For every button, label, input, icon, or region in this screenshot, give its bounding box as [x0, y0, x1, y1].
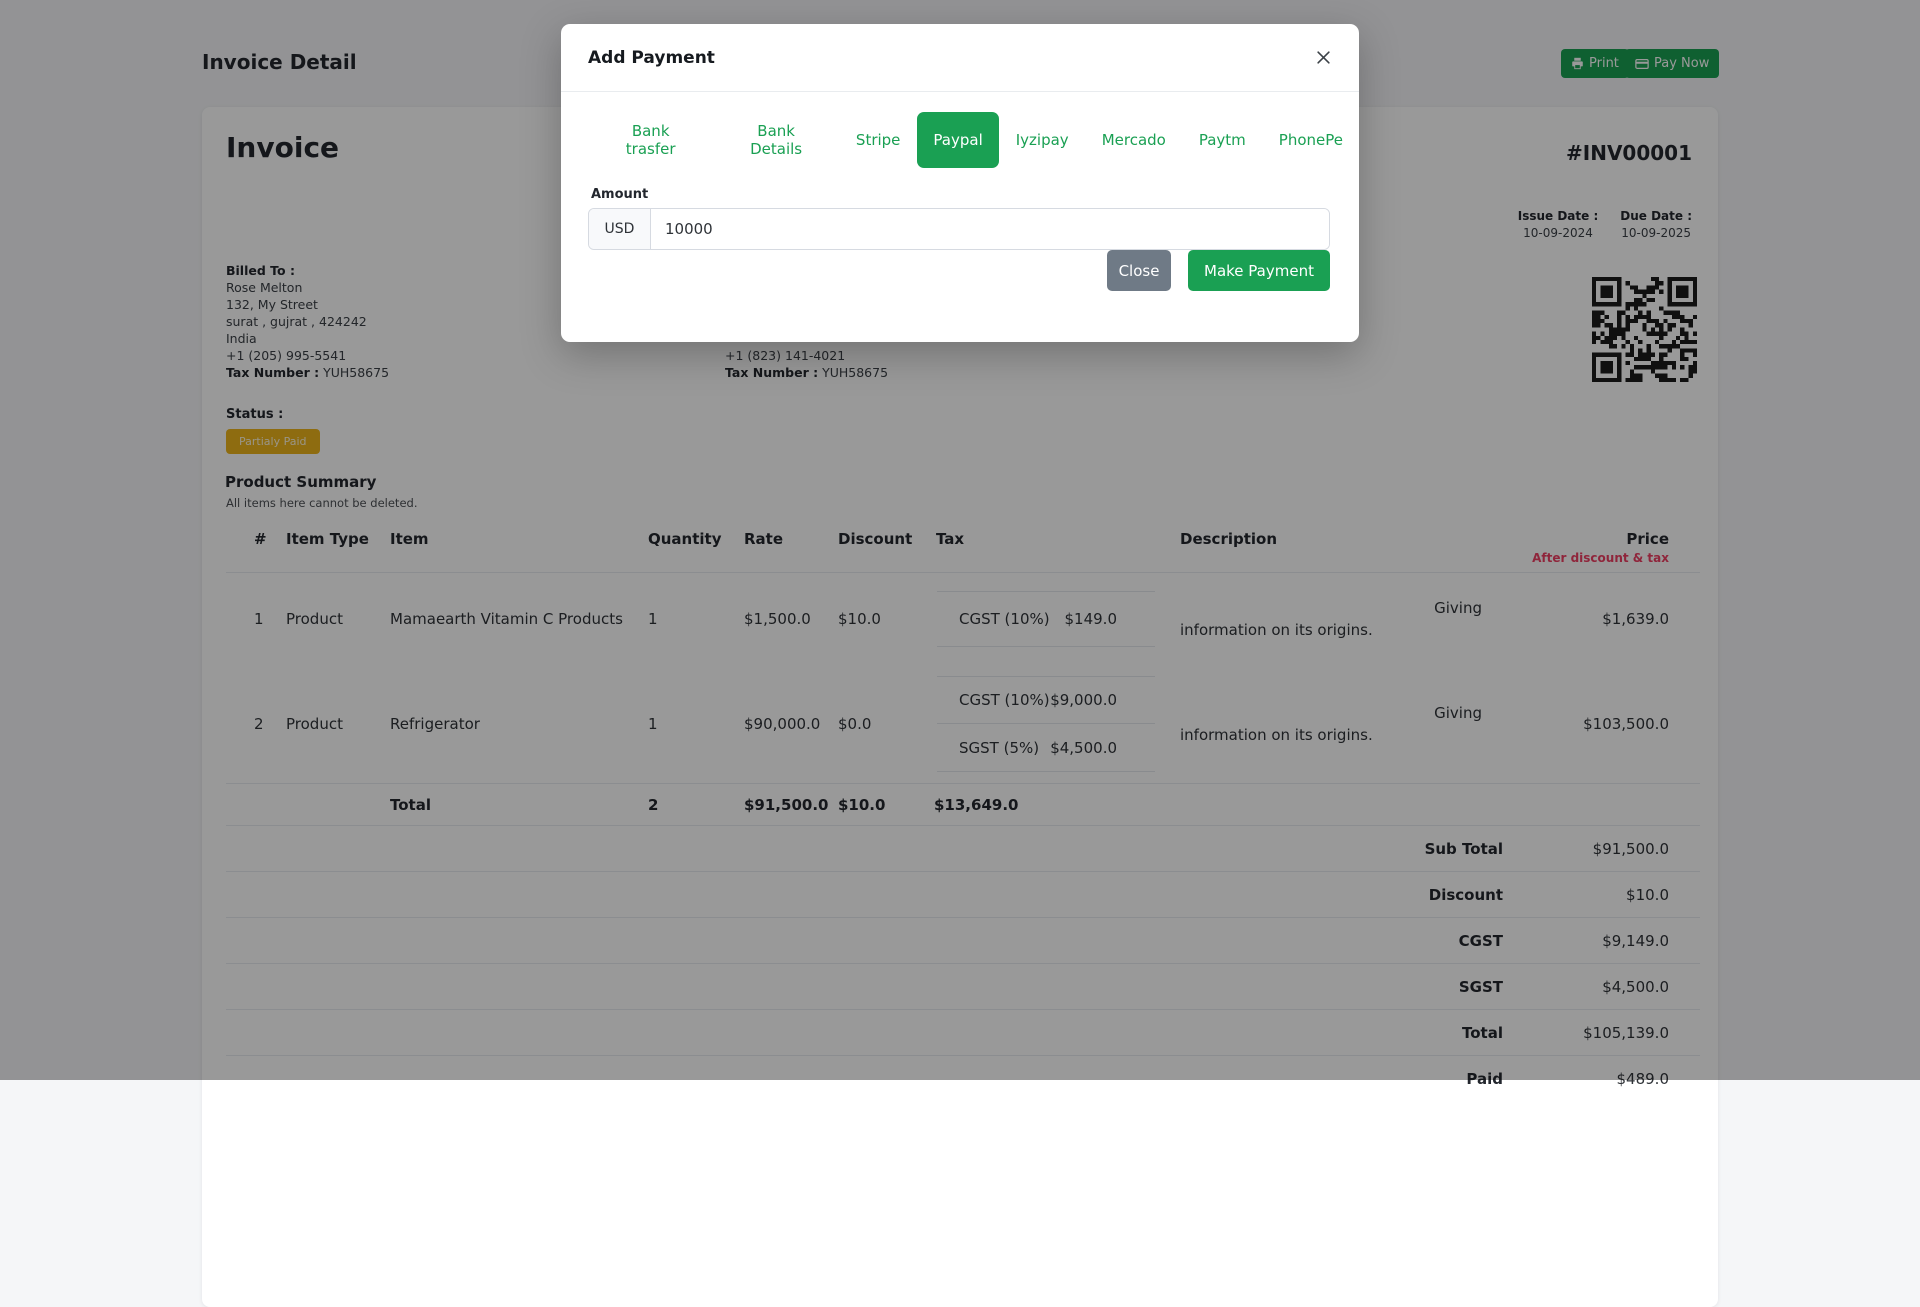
tab-paytm[interactable]: Paytm: [1183, 112, 1262, 168]
close-icon: [1316, 51, 1331, 68]
tab-stripe[interactable]: Stripe: [840, 112, 917, 168]
add-payment-modal: Add Payment Bank trasfer Bank Details Stri…: [561, 24, 1359, 342]
modal-title: Add Payment: [588, 47, 715, 68]
modal-close-button[interactable]: [1312, 46, 1335, 69]
tab-phonepe[interactable]: PhonePe: [1263, 112, 1359, 168]
tab-bank-trasfer[interactable]: Bank trasfer: [589, 112, 712, 168]
modal-close-footer-button[interactable]: Close: [1107, 250, 1171, 291]
currency-addon: USD: [589, 209, 651, 249]
tab-paypal[interactable]: Paypal: [917, 112, 999, 168]
amount-input-group: USD: [588, 208, 1330, 250]
amount-input[interactable]: [651, 209, 1329, 249]
modal-header: Add Payment: [561, 24, 1359, 92]
payment-method-tabs: Bank trasfer Bank Details Stripe Paypal Iyzi…: [561, 92, 1359, 168]
tab-iyzipay[interactable]: Iyzipay: [1000, 112, 1085, 168]
modal-footer: Close Make Payment: [1107, 250, 1330, 291]
make-payment-button[interactable]: Make Payment: [1188, 250, 1330, 291]
tab-bank-details[interactable]: Bank Details: [713, 112, 839, 168]
tab-mercado[interactable]: Mercado: [1086, 112, 1182, 168]
amount-label: Amount: [591, 187, 649, 202]
